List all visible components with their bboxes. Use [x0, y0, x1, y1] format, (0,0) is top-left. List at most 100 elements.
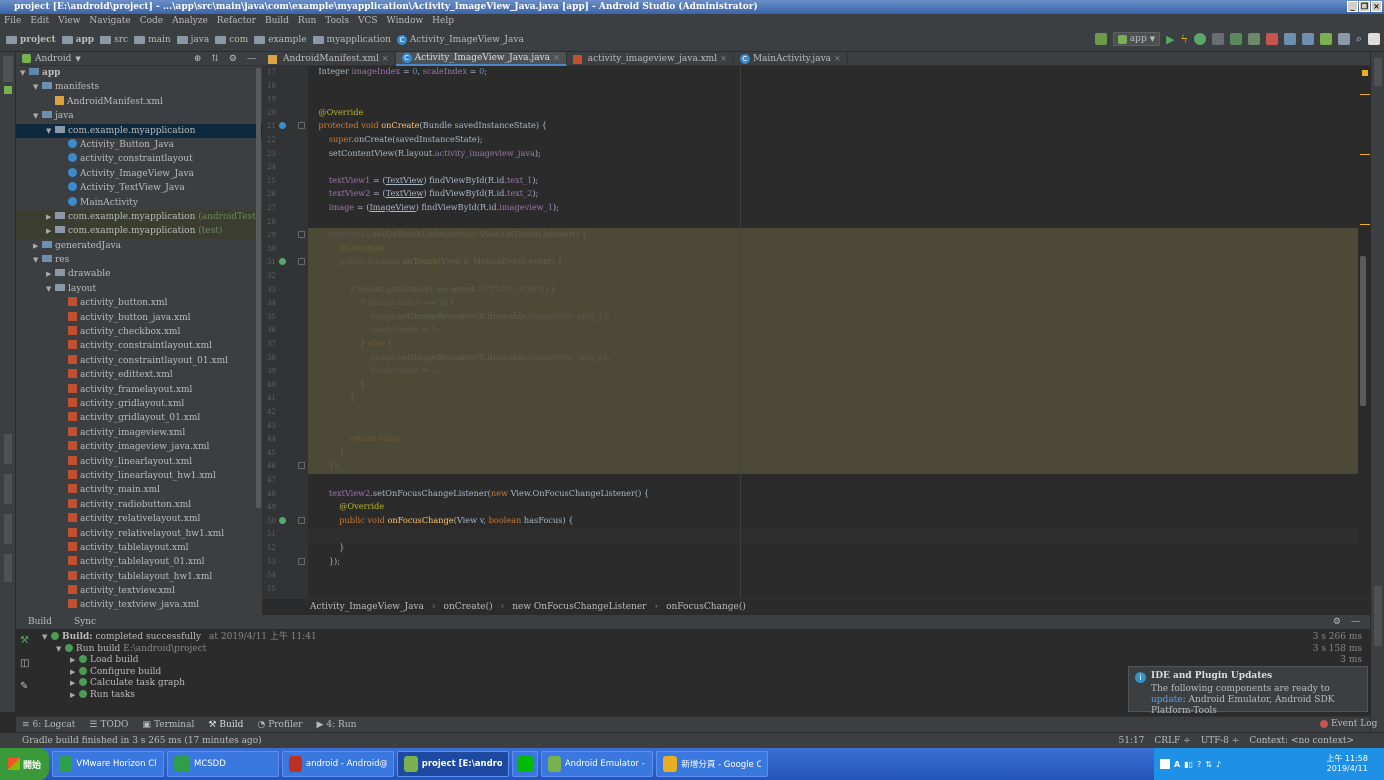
device-file-explorer-tab[interactable] [1374, 586, 1382, 646]
tree-item[interactable]: MainActivity [16, 196, 262, 210]
tree-item[interactable]: activity_linearlayout.xml [16, 455, 262, 469]
warning-marker[interactable] [1362, 70, 1368, 76]
tree-item[interactable]: Activity_Button_Java [16, 138, 262, 152]
tool-window-button[interactable]: ▣ Terminal [142, 717, 194, 732]
breadcrumb-item[interactable]: com [215, 35, 248, 45]
tree-item[interactable]: activity_textview.xml [16, 584, 262, 598]
layout-captures-tab[interactable] [4, 434, 12, 464]
event-log-button[interactable]: Event Log [1320, 716, 1377, 732]
taskbar-button[interactable] [512, 751, 539, 777]
gradle-tab[interactable] [1374, 58, 1382, 86]
tree-item[interactable]: Activity_ImageView_Java [16, 167, 262, 181]
hide-panel-icon[interactable]: — [1351, 615, 1360, 629]
ime-icon[interactable]: A [1174, 760, 1180, 769]
tree-item[interactable]: ▼ com.example.myapplication [16, 123, 262, 138]
fold-marker-icon[interactable] [298, 258, 305, 266]
tool-window-button[interactable]: ▶ 4: Run [317, 717, 357, 732]
code-line[interactable]: public void onFocusChange(View v, boolea… [308, 514, 573, 528]
taskbar-button[interactable]: VMware Horizon Client [52, 751, 165, 777]
notification-popup[interactable]: i IDE and Plugin Updates The following c… [1128, 666, 1368, 716]
chevron-right-icon[interactable]: ▶ [46, 224, 55, 238]
coverage-icon[interactable] [1247, 33, 1260, 45]
tree-item[interactable]: Activity_TextView_Java [16, 181, 262, 195]
favorites-tab[interactable] [4, 514, 12, 544]
menu-code[interactable]: Code [140, 14, 163, 28]
menu-analyze[interactable]: Analyze [172, 14, 208, 28]
chevron-right-icon[interactable]: ▶ [70, 655, 79, 667]
context-indicator[interactable]: Context: <no context> [1249, 733, 1354, 749]
status-message[interactable]: Gradle build finished in 3 s 265 ms (17 … [22, 736, 262, 746]
tree-item[interactable]: ▶ drawable [16, 267, 262, 281]
hammer-icon[interactable] [1094, 33, 1107, 45]
project-view-select[interactable]: Android [35, 54, 71, 64]
chevron-down-icon[interactable]: ▼ [75, 55, 80, 63]
code-line[interactable]: textView1 = (TextView) findViewById(R.id… [308, 174, 538, 188]
file-encoding[interactable]: UTF-8 ÷ [1201, 733, 1240, 749]
chevron-down-icon[interactable]: ▼ [42, 632, 51, 644]
code-line[interactable]: }); [308, 555, 340, 569]
editor-breadcrumb-item[interactable]: onFocusChange() [666, 599, 746, 614]
tree-item[interactable]: activity_tablelayout_hw1.xml [16, 570, 262, 584]
menu-vcs[interactable]: VCS [358, 14, 378, 28]
hammer-icon[interactable]: ⚒ [20, 635, 29, 646]
scroll-thumb[interactable] [1360, 256, 1366, 406]
code-line[interactable]: setContentView(R.layout.activity_imagevi… [308, 147, 541, 161]
fold-marker-icon[interactable] [298, 122, 305, 130]
tree-item[interactable]: AndroidManifest.xml [16, 95, 262, 109]
breadcrumb-item[interactable]: src [100, 35, 128, 45]
chevron-right-icon[interactable]: ▶ [70, 667, 79, 679]
update-link[interactable]: update [1151, 695, 1183, 705]
tool-window-button[interactable]: ⚒ Build [208, 717, 243, 732]
taskbar-button[interactable]: MCSDD [167, 751, 280, 777]
tab-sync[interactable]: Sync [74, 615, 96, 629]
fold-marker-icon[interactable] [298, 231, 305, 239]
network-icon[interactable]: ⇅ [1205, 760, 1212, 769]
tree-item[interactable]: activity_constraintlayout_01.xml [16, 354, 262, 368]
close-icon[interactable]: × [834, 52, 841, 66]
profile-icon[interactable] [1229, 33, 1242, 45]
tool-window-button[interactable]: ☰ TODO [89, 717, 128, 732]
tree-item[interactable]: activity_relativelayout_hw1.xml [16, 527, 262, 541]
tray-icon[interactable] [1160, 759, 1170, 769]
override-gutter-icon[interactable] [279, 516, 286, 524]
code-line[interactable]: textView2.setOnFocusChangeListener(new V… [308, 487, 649, 501]
chevron-down-icon[interactable]: ▼ [56, 644, 65, 656]
chevron-down-icon[interactable]: ▼ [33, 253, 42, 267]
editor-breadcrumb-item[interactable]: onCreate() [444, 599, 493, 614]
sdk-manager-icon[interactable] [1319, 33, 1332, 45]
menu-help[interactable]: Help [432, 14, 454, 28]
build-row[interactable]: ▼ Build: completed successfully at 2019/4/… [42, 632, 1370, 644]
code-line[interactable]: @Override [308, 500, 384, 514]
gear-icon[interactable]: ⚙ [229, 54, 237, 64]
tree-item[interactable]: activity_linearlayout_hw1.xml [16, 469, 262, 483]
breadcrumb-item[interactable]: project [6, 35, 56, 45]
override-gutter-icon[interactable] [279, 258, 286, 266]
debug-icon[interactable] [1193, 33, 1206, 45]
menu-edit[interactable]: Edit [30, 14, 49, 28]
tool-window-button[interactable]: ◔ Profiler [257, 717, 302, 732]
editor-tab[interactable]: C MainActivity.java × [734, 52, 848, 66]
tree-item[interactable]: activity_constraintlayout [16, 152, 262, 166]
menu-build[interactable]: Build [265, 14, 289, 28]
tab-build[interactable]: Build [28, 615, 52, 629]
tree-item[interactable]: activity_imageview_java.xml [16, 440, 262, 454]
fold-marker-icon[interactable] [298, 462, 305, 470]
build-row[interactable]: ▼ Run build E:\android\project 3 s 158 ms [56, 643, 1370, 656]
tree-item[interactable]: activity_main.xml [16, 483, 262, 497]
code-line[interactable]: Integer imageIndex = 0, scaleIndex = 0; [308, 66, 487, 79]
breadcrumb-item[interactable]: app [61, 35, 94, 45]
code-line[interactable]: image = (ImageView) findViewById(R.id.im… [308, 201, 559, 215]
avatar[interactable] [1368, 33, 1380, 45]
menu-tools[interactable]: Tools [325, 14, 349, 28]
maximize-button[interactable]: ❐ [1359, 1, 1370, 12]
tree-item[interactable]: activity_radiobutton.xml [16, 498, 262, 512]
gear-icon[interactable]: ⚙ [1333, 615, 1341, 629]
chevron-down-icon[interactable]: ▼ [46, 124, 55, 138]
menu-run[interactable]: Run [298, 14, 316, 28]
breadcrumb-item[interactable]: myapplication [312, 35, 391, 45]
editor-tab[interactable]: activity_imageview_java.xml × [567, 52, 734, 66]
editor-tab[interactable]: C Activity_ImageView_Java.java × [395, 52, 567, 66]
chevron-down-icon[interactable]: ▼ [20, 66, 29, 80]
editor-scrollbar[interactable] [1358, 66, 1370, 598]
menu-file[interactable]: File [4, 14, 21, 28]
